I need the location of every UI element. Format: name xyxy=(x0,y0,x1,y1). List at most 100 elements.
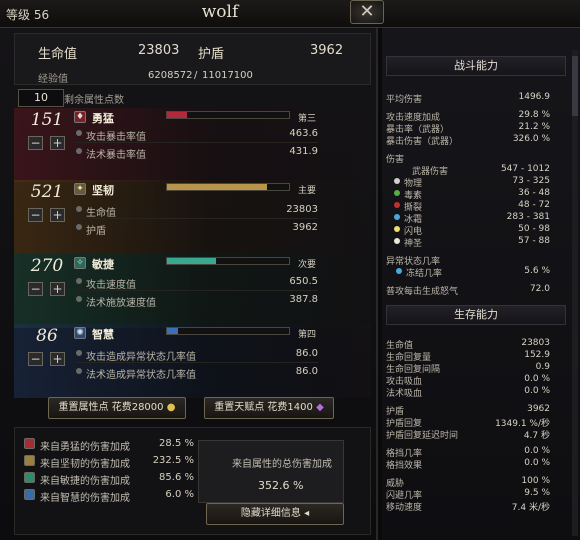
bonus-value: 28.5 % xyxy=(159,438,194,449)
poison-icon xyxy=(394,190,400,196)
purple-gem-icon: ◆ xyxy=(316,402,324,413)
freeze-icon xyxy=(396,268,402,274)
exp-next: 11017100 xyxy=(202,70,253,81)
increase-button[interactable]: + xyxy=(50,282,65,296)
crit-dmg-label: 暴击伤害（武器） xyxy=(386,137,459,147)
character-level: 等级 56 xyxy=(6,8,50,22)
total-bonus-box xyxy=(198,440,344,503)
atk-speed-value: 29.8 % xyxy=(518,110,550,120)
stat-value: 86.0 xyxy=(295,348,318,359)
stat-value: 431.9 xyxy=(289,146,318,157)
rage-label: 普攻每击生成怒气 xyxy=(386,287,459,297)
attribute-bar-fill xyxy=(167,328,178,334)
bonus-value: 6.0 % xyxy=(165,489,194,500)
stat-label: 攻击造成异常状态几率值 xyxy=(86,352,196,363)
wisdom-icon: ✺ xyxy=(74,327,86,339)
bonus-label: 来自敏捷的伤害加成 xyxy=(40,476,130,487)
dmg-type-value: 283 - 381 xyxy=(506,212,550,222)
reset-attributes-button[interactable]: 重置属性点 花费28000 ● xyxy=(48,397,186,419)
fortitude-icon xyxy=(24,455,35,466)
weapon-dmg-value: 547 - 1012 xyxy=(500,164,550,174)
freeze-label: 冻结几率 xyxy=(406,269,443,279)
close-button[interactable]: ✕ xyxy=(350,0,384,24)
surv-value: 0.0 % xyxy=(524,458,550,468)
surv-label: 护盾回复延迟时间 xyxy=(386,431,459,441)
hide-details-button[interactable]: 隐藏详细信息 ◂ xyxy=(206,503,344,525)
stat-label: 生命值 xyxy=(86,208,116,219)
surv-value: 4.7 秒 xyxy=(523,431,550,441)
attribute-bar-fill xyxy=(167,184,267,190)
surv-value: 152.9 xyxy=(524,350,550,360)
stat-value: 3962 xyxy=(292,222,318,233)
surv-label: 格挡效果 xyxy=(386,461,423,471)
holy-icon xyxy=(394,238,400,244)
stat-label: 法术施放速度值 xyxy=(86,298,156,309)
total-bonus-label: 来自属性的总伤害加成 xyxy=(232,459,332,470)
attribute-rank: 次要 xyxy=(298,260,317,270)
increase-button[interactable]: + xyxy=(50,136,65,150)
stat-value: 387.8 xyxy=(289,294,318,305)
hide-details-label[interactable]: 隐藏详细信息 xyxy=(241,508,301,519)
attribute-bar-fill xyxy=(167,258,216,264)
stat-icon xyxy=(76,206,82,212)
decrease-button[interactable]: − xyxy=(28,352,43,366)
free-points-value: 10 xyxy=(18,89,64,107)
stat-icon xyxy=(76,278,82,284)
exp-label: 经验值 xyxy=(38,74,68,85)
wisdom-icon xyxy=(24,489,35,500)
dmg-type-value: 50 - 98 xyxy=(518,224,550,234)
stat-icon xyxy=(76,296,82,302)
decrease-button[interactable]: − xyxy=(28,282,43,296)
decrease-button[interactable]: − xyxy=(28,208,43,222)
surv-value: 0.0 % xyxy=(524,446,550,456)
valor-icon xyxy=(24,438,35,449)
free-points-label: 剩余属性点数 xyxy=(64,95,124,106)
stats-scrollbar[interactable] xyxy=(572,50,578,536)
reset-attributes-label[interactable]: 重置属性点 花费28000 xyxy=(59,402,164,413)
attribute-block-agility: 270 − + ✧ 敏捷 次要 攻击速度值 650.5 法术施放速度值 387.… xyxy=(14,254,371,328)
attribute-bar xyxy=(166,327,290,335)
attribute-value: 151 xyxy=(30,110,64,130)
frost-icon xyxy=(394,214,400,220)
increase-button[interactable]: + xyxy=(50,352,65,366)
reset-talents-label[interactable]: 重置天赋点 花费1400 xyxy=(214,402,313,413)
reset-talents-button[interactable]: 重置天赋点 花费1400 ◆ xyxy=(204,397,334,419)
shield-label: 护盾 xyxy=(198,47,225,62)
character-name: wolf xyxy=(201,2,239,22)
attribute-block-valor: 151 − + ♦ 勇猛 第三 攻击暴击率值 463.6 法术暴击率值 431.… xyxy=(14,108,371,182)
rage-value: 72.0 xyxy=(529,284,550,294)
divider xyxy=(76,290,318,291)
attribute-name: 敏捷 xyxy=(92,258,114,271)
divider xyxy=(76,218,318,219)
dmg-type-value: 36 - 48 xyxy=(518,188,550,198)
dmg-type-label: 神圣 xyxy=(404,239,423,249)
combat-section-header: 战斗能力 xyxy=(386,56,566,76)
stat-icon xyxy=(76,130,82,136)
arrow-left-icon: ◂ xyxy=(304,508,310,519)
stat-label: 法术造成异常状态几率值 xyxy=(86,370,196,381)
agility-icon: ✧ xyxy=(74,257,86,269)
shield-value: 3962 xyxy=(310,43,344,58)
stat-label: 法术暴击率值 xyxy=(86,150,146,161)
stat-icon xyxy=(76,368,82,374)
stat-value: 650.5 xyxy=(289,276,318,287)
stat-icon xyxy=(76,224,82,230)
close-icon[interactable]: ✕ xyxy=(359,1,374,22)
hp-value: 23803 xyxy=(138,43,180,58)
decrease-button[interactable]: − xyxy=(28,136,43,150)
crit-value: 21.2 % xyxy=(518,122,550,132)
stat-icon xyxy=(76,350,82,356)
increase-button[interactable]: + xyxy=(50,208,65,222)
attribute-block-fortitude: 521 − + ✦ 坚韧 主要 生命值 23803 护盾 3962 xyxy=(14,180,371,254)
hp-label: 生命值 xyxy=(38,47,78,62)
surv-value: 100 % xyxy=(521,476,550,486)
surv-label: 移动速度 xyxy=(386,503,423,513)
physical-icon xyxy=(394,178,400,184)
attribute-bar xyxy=(166,257,290,265)
dmg-type-value: 48 - 72 xyxy=(518,200,550,210)
attribute-rank: 第三 xyxy=(298,114,317,124)
scrollbar-thumb[interactable] xyxy=(572,56,578,116)
bonus-value: 232.5 % xyxy=(152,455,194,466)
attribute-name: 坚韧 xyxy=(92,184,114,197)
exp-separator: / xyxy=(194,70,198,81)
